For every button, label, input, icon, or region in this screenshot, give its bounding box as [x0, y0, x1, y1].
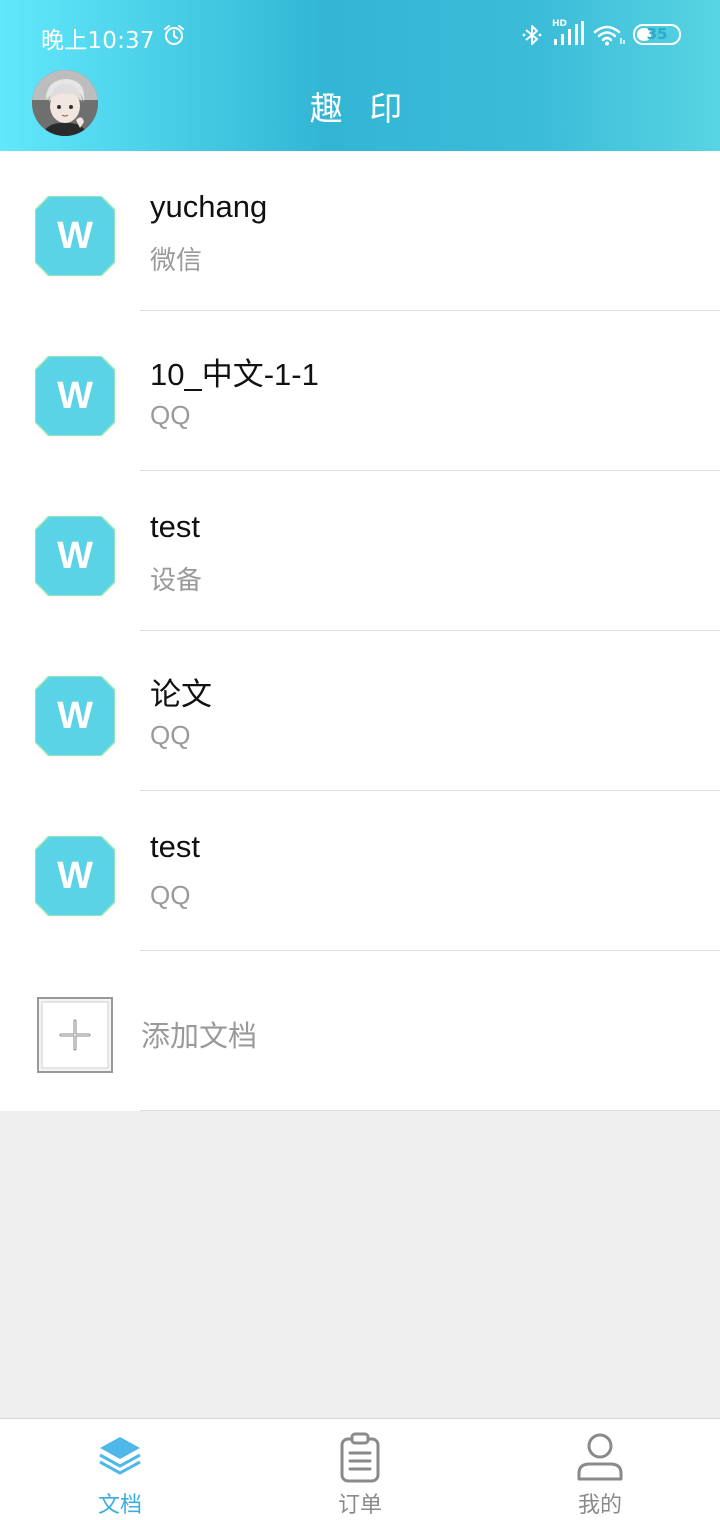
document-item[interactable]: W yuchang 微信 — [0, 151, 720, 311]
document-source: QQ — [150, 400, 191, 430]
tab-profile[interactable]: 我的 — [480, 1419, 720, 1520]
alarm-icon — [164, 25, 184, 45]
document-item[interactable]: W 论文 QQ — [0, 631, 720, 791]
divider — [140, 1110, 720, 1111]
bluetooth-icon — [522, 25, 542, 45]
tab-orders[interactable]: 订单 — [240, 1419, 480, 1520]
layers-icon — [99, 1437, 141, 1475]
tab-documents[interactable]: 文档 — [0, 1419, 240, 1520]
word-doc-icon: W — [35, 836, 115, 916]
wifi-icon — [593, 25, 625, 46]
bottom-tab-bar: 文档 订单 我的 — [0, 1418, 720, 1520]
app-title: 趣 印 — [309, 89, 411, 128]
document-item[interactable]: W 10_中文-1-1 QQ — [0, 311, 720, 471]
word-doc-icon: W — [35, 676, 115, 756]
doc-icon-letter: W — [57, 375, 93, 417]
document-item[interactable]: W test QQ — [0, 791, 720, 951]
document-name: yuchang — [150, 189, 268, 224]
document-name: 10_中文-1-1 — [150, 357, 319, 392]
doc-icon-letter: W — [57, 695, 93, 737]
signal-icon — [554, 21, 584, 45]
app-header: 晚上10:37 HD 35 趣 印 — [0, 0, 720, 151]
doc-icon-letter: W — [57, 535, 93, 577]
word-doc-icon: W — [35, 516, 115, 596]
person-icon — [577, 1433, 623, 1481]
add-document-label: 添加文档 — [141, 1019, 258, 1053]
document-source: QQ — [150, 880, 191, 910]
clipboard-icon — [340, 1432, 380, 1483]
document-list: W yuchang 微信 W 10_中文-1-1 QQ W test 设备 W … — [0, 151, 720, 1111]
document-name: test — [150, 509, 200, 544]
document-source: QQ — [150, 720, 191, 750]
document-name: test — [150, 829, 200, 864]
tab-label: 文档 — [97, 1493, 142, 1518]
doc-icon-letter: W — [57, 855, 93, 897]
doc-icon-letter: W — [57, 215, 93, 257]
battery-text: 35 — [646, 25, 668, 43]
document-source: 设备 — [150, 565, 203, 595]
battery-indicator: 35 — [633, 24, 681, 45]
status-time: 晚上10:37 — [41, 28, 155, 54]
document-name: 论文 — [150, 677, 212, 712]
plus-icon — [37, 997, 113, 1073]
tab-label: 我的 — [577, 1493, 622, 1518]
document-item[interactable]: W test 设备 — [0, 471, 720, 631]
add-document-button[interactable]: 添加文档 — [0, 951, 720, 1111]
tab-label: 订单 — [337, 1493, 382, 1518]
word-doc-icon: W — [35, 356, 115, 436]
status-bar: 晚上10:37 HD 35 — [0, 0, 720, 70]
word-doc-icon: W — [35, 196, 115, 276]
document-source: 微信 — [150, 245, 203, 275]
